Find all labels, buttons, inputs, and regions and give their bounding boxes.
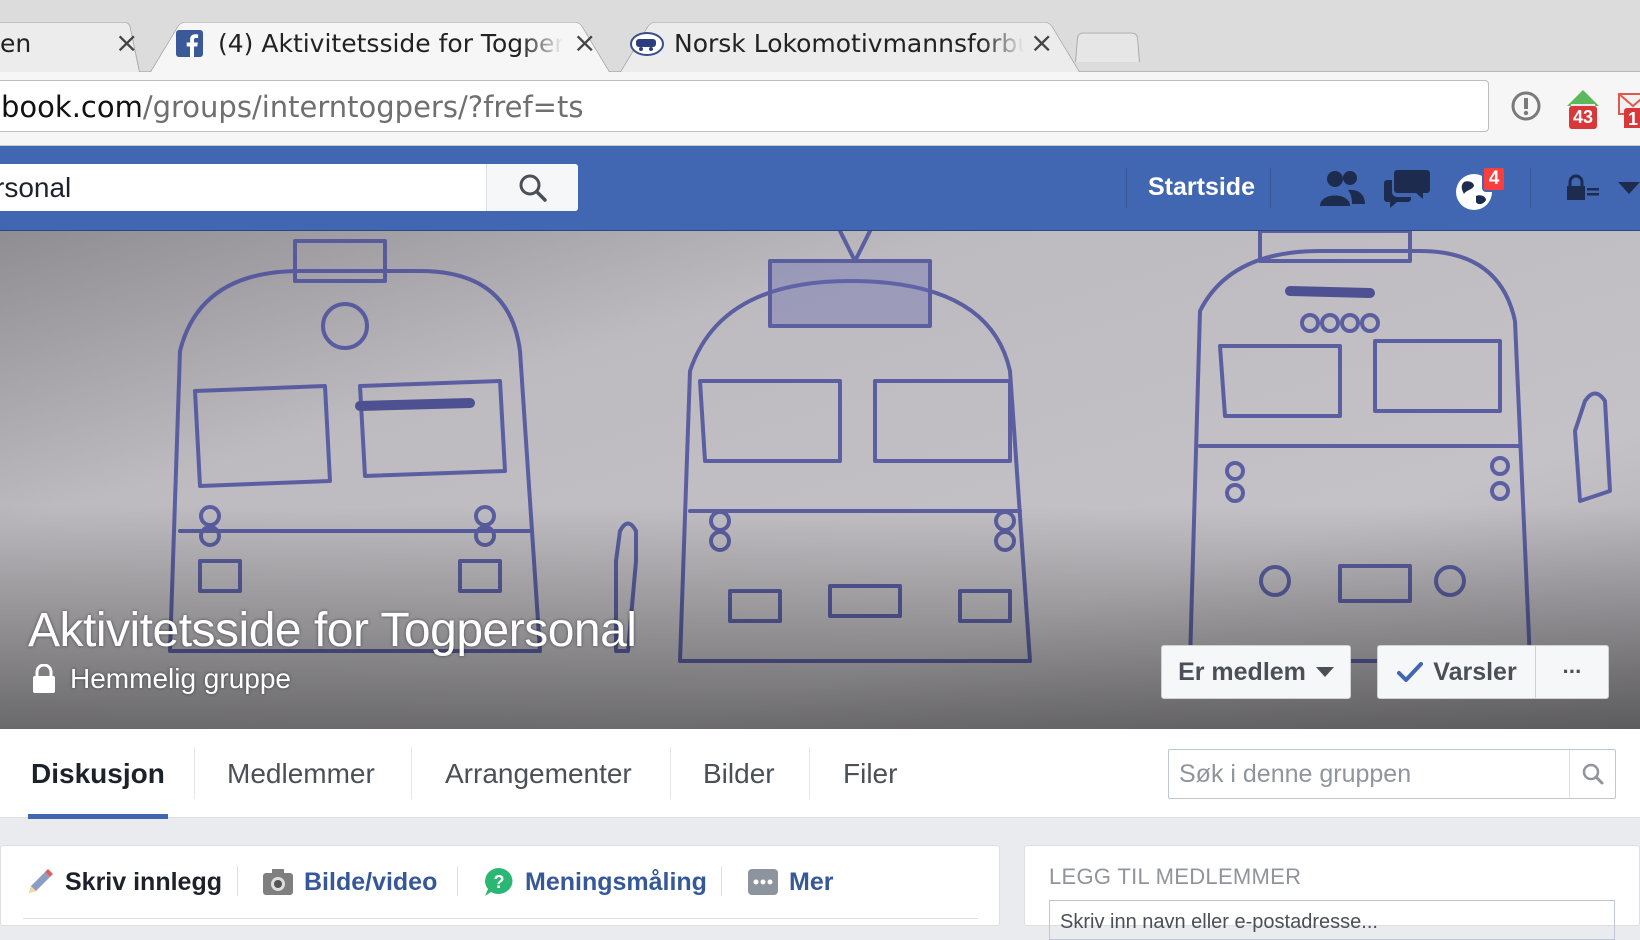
friend-requests-icon[interactable] xyxy=(1318,168,1366,208)
search-button[interactable] xyxy=(486,164,578,211)
group-cover-photo: Aktivitetsside for Togpersonal Hemmelig … xyxy=(0,231,1640,729)
new-tab-button[interactable] xyxy=(1075,30,1140,62)
tab-events[interactable]: Arrangementer xyxy=(445,729,632,818)
tab-close-icon[interactable]: × xyxy=(573,26,596,59)
joined-label: Er medlem xyxy=(1178,657,1306,686)
tab-title: en xyxy=(0,29,32,58)
tab-title: (4) Aktivitetsside for Togpersonal xyxy=(218,29,563,58)
tab-photos[interactable]: Bilder xyxy=(703,729,775,818)
poll-label: Meningsmåling xyxy=(525,867,707,896)
group-title[interactable]: Aktivitetsside for Togpersonal xyxy=(28,603,637,658)
post-composer: Skriv innlegg Bilde/video ? Meningsmålin… xyxy=(0,845,1000,926)
browser-tab-2[interactable]: (4) Aktivitetsside for Togpersonal × xyxy=(150,14,610,72)
write-post-button[interactable]: Skriv innlegg xyxy=(25,862,222,902)
tab-close-icon[interactable]: × xyxy=(1030,26,1053,59)
facebook-favicon-icon xyxy=(176,30,203,57)
group-tabs: Diskusjon Medlemmer Arrangementer Bilder… xyxy=(0,729,1640,819)
camera-icon xyxy=(263,869,293,895)
url-field[interactable]: book.com/groups/interntogpers/?fref=ts xyxy=(0,80,1489,132)
photo-video-label: Bilde/video xyxy=(304,867,438,896)
info-icon[interactable] xyxy=(1510,90,1542,122)
poll-button[interactable]: ? Meningsmåling xyxy=(483,862,707,902)
extension-home-icon[interactable]: 43 xyxy=(1563,86,1609,130)
group-privacy-label: Hemmelig gruppe xyxy=(32,663,291,695)
facebook-search-field[interactable]: rsonal xyxy=(0,164,578,211)
group-search-field[interactable] xyxy=(1168,749,1616,799)
more-button[interactable]: Mer xyxy=(747,862,833,902)
search-icon xyxy=(519,174,547,202)
add-members-panel: LEGG TIL MEDLEMMER Skriv inn navn eller … xyxy=(1024,845,1640,940)
checkmark-icon xyxy=(1397,662,1424,682)
extension-badge: 1 xyxy=(1624,108,1640,128)
train-favicon-icon xyxy=(630,31,664,57)
photo-video-button[interactable]: Bilde/video xyxy=(262,862,437,902)
home-link[interactable]: Startside xyxy=(1148,173,1255,202)
add-members-placeholder: Skriv inn navn eller e-postadresse... xyxy=(1060,911,1378,933)
url-path: /groups/interntogpers/?fref=ts xyxy=(142,90,584,124)
browser-tab-bar: en × (4) Aktivitetsside for Togpersonal … xyxy=(0,0,1640,72)
browser-tab-3[interactable]: Norsk Lokomotivmannsforbund × xyxy=(620,14,1080,72)
tab-close-icon[interactable]: × xyxy=(115,26,138,59)
more-dots-icon: ··· xyxy=(1562,659,1583,684)
joined-dropdown-button[interactable]: Er medlem xyxy=(1161,645,1351,699)
url-text: book.com/groups/interntogpers/?fref=ts xyxy=(1,90,583,124)
more-dots-icon xyxy=(748,869,778,895)
pencil-icon xyxy=(29,869,53,893)
more-label: Mer xyxy=(789,867,834,896)
tab-files[interactable]: Filer xyxy=(843,729,897,818)
extension-mail-icon[interactable]: 1 xyxy=(1618,92,1640,128)
notifications-button[interactable]: Varsler xyxy=(1377,645,1537,699)
add-members-input[interactable]: Skriv inn navn eller e-postadresse... xyxy=(1049,900,1615,940)
more-options-button[interactable]: ··· xyxy=(1535,645,1609,699)
tab-members[interactable]: Medlemmer xyxy=(227,729,375,818)
question-bubble-icon: ? xyxy=(485,868,513,896)
messages-icon[interactable] xyxy=(1383,168,1431,210)
tab-discussion[interactable]: Diskusjon xyxy=(31,729,165,818)
facebook-search-value: rsonal xyxy=(0,172,72,203)
facebook-top-bar: rsonal Startside 4 xyxy=(0,146,1640,231)
composer-divider xyxy=(23,918,978,919)
active-tab-indicator xyxy=(28,814,168,819)
group-privacy-text: Hemmelig gruppe xyxy=(70,663,291,694)
lock-icon xyxy=(33,664,55,693)
add-members-header: LEGG TIL MEDLEMMER xyxy=(1049,864,1302,889)
url-host: book.com xyxy=(1,90,143,124)
notification-count-badge: 4 xyxy=(1482,166,1506,192)
write-post-label: Skriv innlegg xyxy=(65,867,222,896)
account-menu-chevron-down-icon[interactable] xyxy=(1618,180,1640,196)
extension-badge: 43 xyxy=(1569,106,1598,129)
group-search-input[interactable] xyxy=(1179,756,1549,792)
notifications-label: Varsler xyxy=(1433,657,1517,686)
address-bar-row: book.com/groups/interntogpers/?fref=ts 4… xyxy=(0,72,1640,146)
chevron-down-icon xyxy=(1315,667,1334,677)
browser-tab-1[interactable]: en × xyxy=(0,14,140,72)
privacy-shortcuts-icon[interactable] xyxy=(1565,174,1601,204)
group-search-button[interactable] xyxy=(1569,750,1615,798)
notifications-globe-icon[interactable]: 4 xyxy=(1452,166,1506,212)
svg-text:?: ? xyxy=(494,872,505,892)
tab-title: Norsk Lokomotivmannsforbund xyxy=(674,29,1024,58)
search-icon xyxy=(1582,763,1603,785)
